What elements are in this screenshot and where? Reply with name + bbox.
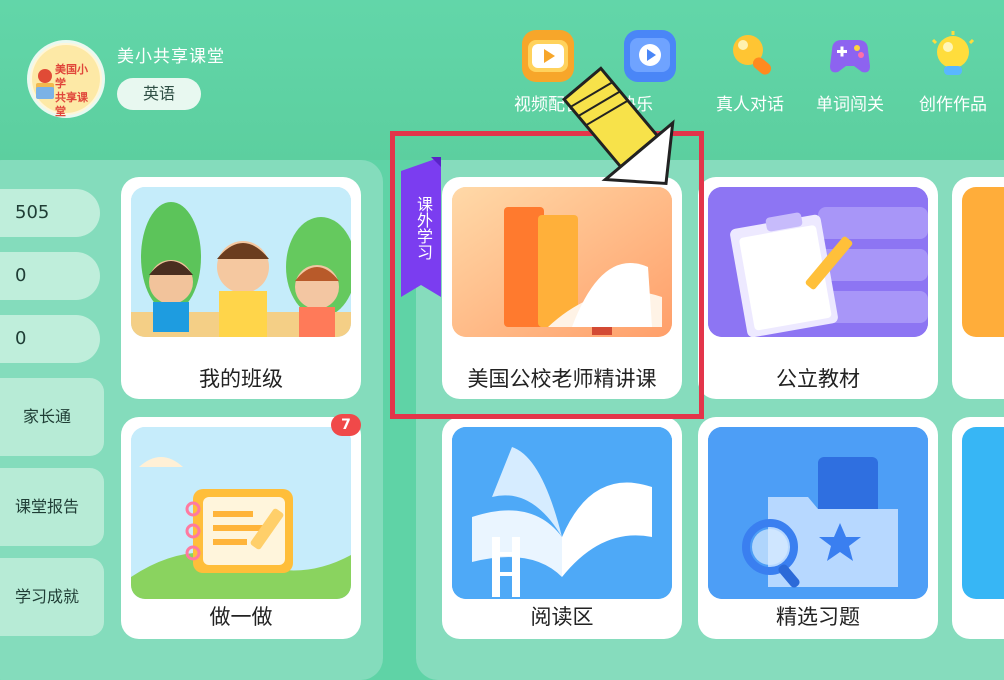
folder-search-illustration (708, 427, 928, 599)
stat-pill[interactable]: 0 (0, 252, 100, 300)
pointer-arrow-icon (561, 66, 675, 186)
notebook-illustration (131, 427, 351, 599)
class-illustration (131, 187, 351, 337)
nav-word-challenge[interactable]: 单词闯关 (805, 30, 895, 115)
card-selected-exercises[interactable]: 精选习题 (698, 417, 938, 639)
card-my-class[interactable]: 我的班级 (121, 177, 361, 399)
microphone-icon (724, 30, 776, 82)
stat-pill[interactable]: 0 (0, 315, 100, 363)
nav-label: 真人对话 (716, 95, 784, 115)
card-public-textbook[interactable]: 公立教材 (698, 177, 938, 399)
class-report-button[interactable]: 课堂报告 (0, 468, 104, 546)
parent-link-button[interactable]: 家长通 (0, 378, 104, 456)
card-partial-right-bottom[interactable] (952, 417, 1004, 639)
clipboard-illustration (708, 187, 928, 337)
nav-creations[interactable]: 创作作品 (908, 30, 998, 115)
nav-label: 创作作品 (919, 95, 987, 115)
card-do-it[interactable]: 做一做 (121, 417, 361, 639)
card-label: 阅读区 (530, 605, 594, 629)
open-book-illustration (452, 427, 672, 599)
card-label: 做一做 (209, 605, 273, 629)
lightbulb-icon (927, 30, 979, 82)
nav-real-dialogue[interactable]: 真人对话 (705, 30, 795, 115)
achievements-button[interactable]: 学习成就 (0, 558, 104, 636)
gamepad-icon (824, 30, 876, 82)
stat-pill[interactable]: 505 (0, 189, 100, 237)
nav-label: 单词闯关 (816, 95, 884, 115)
card-label: 我的班级 (199, 367, 283, 391)
card-label: 精选习题 (776, 605, 860, 629)
card-label: 公立教材 (776, 367, 860, 391)
partial-illustration (962, 427, 1004, 599)
card-partial-right-top[interactable] (952, 177, 1004, 399)
card-reading-area[interactable]: 阅读区 (442, 417, 682, 639)
notification-badge: 7 (331, 414, 361, 436)
partial-illustration (962, 187, 1004, 337)
top-navigation: 视频配音 快乐 真人对话 单词闯关 创作作品 (0, 30, 1004, 120)
